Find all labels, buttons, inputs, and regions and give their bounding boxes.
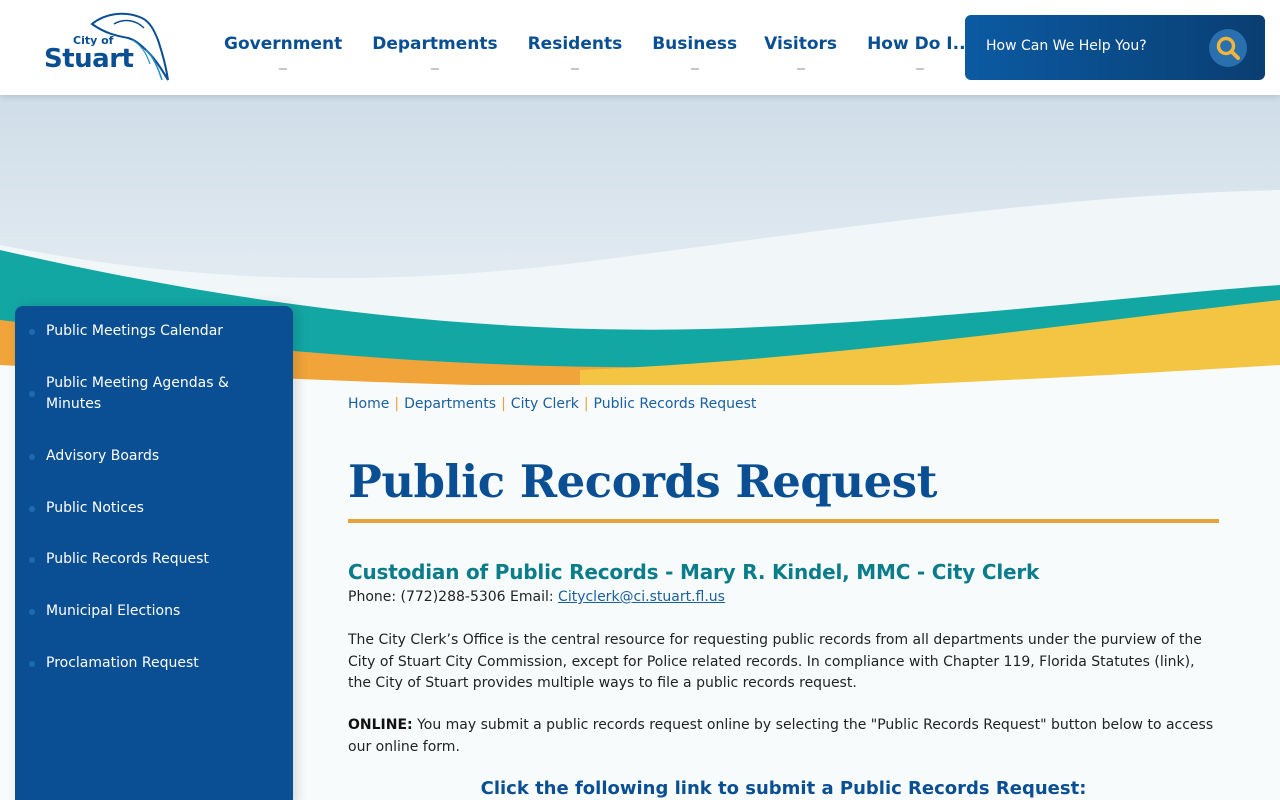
bullet-icon bbox=[29, 454, 35, 460]
breadcrumb-home[interactable]: Home bbox=[348, 396, 389, 412]
sidebar-item-label: Public Meeting Agendas & Minutes bbox=[46, 375, 229, 412]
online-label: ONLINE: bbox=[348, 717, 413, 733]
page-title: Public Records Request bbox=[348, 455, 937, 508]
sidebar-item-label: Proclamation Request bbox=[46, 655, 199, 671]
nav-departments[interactable]: Departments bbox=[372, 34, 498, 74]
city-logo[interactable]: City of Stuart bbox=[44, 10, 170, 86]
nav-indicator bbox=[570, 68, 579, 70]
sidebar-item-public-notices[interactable]: Public Notices bbox=[15, 497, 293, 521]
site-header: City of Stuart Government Departments Re… bbox=[0, 0, 1280, 95]
main-nav: Government Departments Residents Busines… bbox=[224, 34, 972, 74]
sidebar-item-public-meetings-calendar[interactable]: Public Meetings Calendar bbox=[15, 320, 293, 344]
online-text: You may submit a public records request … bbox=[348, 717, 1214, 755]
search-input[interactable]: How Can We Help You? bbox=[965, 15, 1265, 80]
sidebar-item-municipal-elections[interactable]: Municipal Elections bbox=[15, 600, 293, 624]
sidebar: Public Meetings Calendar Public Meeting … bbox=[15, 306, 293, 800]
nav-label: Visitors bbox=[764, 34, 838, 54]
online-paragraph: ONLINE: You may submit a public records … bbox=[348, 715, 1219, 758]
contact-phone-text: Phone: (772)288-5306 Email: bbox=[348, 589, 559, 605]
nav-label: Business bbox=[652, 34, 738, 54]
nav-how-do-i[interactable]: How Do I... bbox=[867, 34, 972, 74]
nav-residents[interactable]: Residents bbox=[527, 34, 623, 74]
bullet-icon bbox=[29, 609, 35, 615]
breadcrumb-city-clerk[interactable]: City Clerk bbox=[511, 396, 579, 412]
nav-government[interactable]: Government bbox=[224, 34, 342, 74]
bullet-icon bbox=[29, 557, 35, 563]
nav-label: Departments bbox=[372, 34, 498, 54]
sidebar-item-label: Advisory Boards bbox=[46, 448, 160, 464]
breadcrumb: Home | Departments | City Clerk | Public Recor… bbox=[348, 396, 756, 412]
sidebar-item-agendas-minutes[interactable]: Public Meeting Agendas & Minutes bbox=[15, 372, 293, 416]
search-button[interactable] bbox=[1209, 29, 1247, 67]
breadcrumb-separator: | bbox=[501, 396, 506, 412]
nav-indicator bbox=[279, 68, 288, 70]
bullet-icon bbox=[29, 661, 35, 667]
title-divider bbox=[348, 519, 1219, 523]
nav-label: Government bbox=[224, 34, 343, 54]
nav-visitors[interactable]: Visitors bbox=[764, 34, 837, 74]
logo-stuart-text: Stuart bbox=[44, 44, 134, 74]
breadcrumb-separator: | bbox=[394, 396, 400, 412]
nav-label: Residents bbox=[527, 34, 623, 54]
custodian-heading: Custodian of Public Records - Mary R. Ki… bbox=[348, 560, 1040, 584]
nav-indicator bbox=[915, 68, 924, 70]
search-icon bbox=[1216, 36, 1240, 60]
sidebar-item-advisory-boards[interactable]: Advisory Boards bbox=[15, 445, 293, 469]
bullet-icon bbox=[29, 506, 35, 512]
sidebar-item-label: Municipal Elections bbox=[46, 603, 181, 619]
sidebar-item-proclamation-request[interactable]: Proclamation Request bbox=[15, 652, 293, 676]
nav-business[interactable]: Business bbox=[652, 34, 737, 74]
sidebar-item-public-records-request[interactable]: Public Records Request bbox=[15, 548, 293, 572]
nav-label: How Do I... bbox=[867, 34, 973, 54]
breadcrumb-departments[interactable]: Departments bbox=[404, 396, 496, 412]
contact-line: Phone: (772)288-5306 Email: Cityclerk@ci… bbox=[348, 589, 725, 605]
nav-indicator bbox=[430, 68, 439, 70]
bullet-icon bbox=[29, 329, 35, 335]
public-records-request-link[interactable]: Click the following link to submit a Pub… bbox=[348, 778, 1219, 799]
sidebar-item-label: Public Records Request bbox=[46, 551, 209, 567]
breadcrumb-current-page[interactable]: Public Records Request bbox=[594, 396, 757, 412]
nav-indicator bbox=[796, 68, 805, 70]
nav-indicator bbox=[690, 68, 699, 70]
bullet-icon bbox=[29, 391, 35, 397]
sidebar-item-label: Public Meetings Calendar bbox=[46, 323, 224, 339]
sidebar-item-label: Public Notices bbox=[46, 500, 144, 516]
email-link[interactable]: Cityclerk@ci.stuart.fl.us bbox=[558, 589, 725, 605]
breadcrumb-separator: | bbox=[583, 396, 589, 412]
search-placeholder: How Can We Help You? bbox=[986, 38, 1147, 54]
intro-paragraph: The City Clerk’s Office is the central r… bbox=[348, 632, 1202, 691]
